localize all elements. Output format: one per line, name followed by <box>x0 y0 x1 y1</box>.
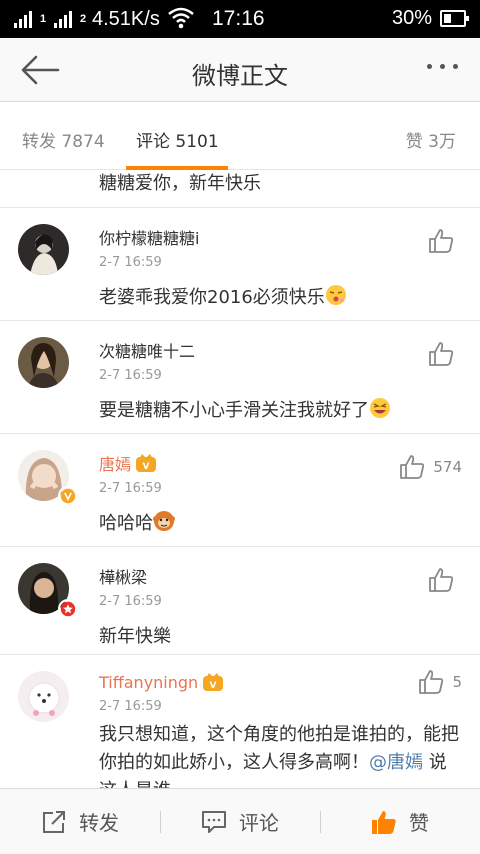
laughing-emoji-icon <box>370 398 390 418</box>
thumbs-up-icon <box>429 342 454 366</box>
clock: 17:16 <box>212 7 265 30</box>
like-label: 赞 <box>409 811 429 835</box>
list-item: Tiffanyningn V 2-7 16:59 我只想知道，这个角度的他拍是谁… <box>0 655 480 788</box>
comment-icon <box>202 810 226 833</box>
sim2-label: 2 <box>80 13 87 25</box>
member-badge-icon <box>58 599 78 619</box>
vip-crown-icon: V <box>136 454 157 472</box>
list-item: 糖糖爱你，新年快乐 <box>0 170 480 208</box>
comment-time: 2-7 16:59 <box>99 255 162 270</box>
like-button[interactable] <box>428 567 462 593</box>
avatar[interactable] <box>18 671 69 722</box>
verified-badge-icon <box>58 486 78 506</box>
monkey-emoji-icon <box>153 511 175 531</box>
network-speed: 4.51K/s <box>92 8 160 30</box>
comment-text: 新年快樂 <box>99 626 171 647</box>
like-count: 574 <box>433 458 462 476</box>
tab-bar: 转发 7874 评论 5101 赞 3万 <box>0 108 480 170</box>
thumbs-up-icon <box>400 455 425 479</box>
comment-author[interactable]: 樺楸梁 <box>99 564 147 588</box>
list-item: 唐嫣 V 2-7 16:59 哈哈哈 574 <box>0 434 480 547</box>
thumbs-up-icon <box>429 229 454 253</box>
avatar[interactable] <box>18 224 69 275</box>
comment-time: 2-7 16:59 <box>99 699 162 714</box>
comment-text: 糖糖爱你，新年快乐 <box>99 173 261 194</box>
comment-text: 哈哈哈 <box>99 510 450 538</box>
signal-strength-icon <box>54 10 72 28</box>
svg-text:V: V <box>210 681 217 691</box>
like-button[interactable] <box>428 341 462 367</box>
repost-button[interactable]: 转发 <box>0 789 160 854</box>
comment-author[interactable]: 你柠檬糖糖糖i <box>99 225 199 249</box>
battery-percent: 30% <box>392 7 433 29</box>
thumbs-up-icon <box>419 670 444 694</box>
nav-bar: 微博正文 <box>0 38 480 102</box>
page-title: 微博正文 <box>192 62 288 90</box>
comment-text: 要是糖糖不小心手滑关注我就好了 <box>99 397 450 425</box>
comment-list[interactable]: 糖糖爱你，新年快乐 你柠檬糖糖糖i 2-7 16:59 老婆乖我爱你2016必须… <box>0 170 480 788</box>
list-item: 次糖糖唯十二 2-7 16:59 要是糖糖不小心手滑关注我就好了 <box>0 321 480 434</box>
list-item: 樺楸梁 2-7 16:59 新年快樂 <box>0 547 480 655</box>
comment-button[interactable]: 评论 <box>160 789 320 854</box>
mention-link[interactable]: @唐嫣 <box>369 752 423 773</box>
status-bar: 1 2 4.51K/s 17:16 30% <box>0 0 480 38</box>
kiss-emoji-icon <box>325 285 346 305</box>
share-icon <box>43 810 65 833</box>
like-button[interactable]: 5 <box>418 669 462 695</box>
like-button[interactable]: 574 <box>399 454 462 480</box>
like-button[interactable] <box>428 228 462 254</box>
comment-text: 我只想知道，这个角度的他拍是谁拍的，能把你拍的如此娇小，这人得多高啊！@唐嫣 说… <box>99 724 459 788</box>
battery-icon <box>440 10 469 27</box>
sim1-label: 1 <box>40 13 47 25</box>
comment-time: 2-7 16:59 <box>99 368 162 383</box>
comment-time: 2-7 16:59 <box>99 594 162 609</box>
comment-author[interactable]: 次糖糖唯十二 <box>99 338 195 362</box>
svg-text:V: V <box>143 462 150 472</box>
tab-like[interactable]: 赞 3万 <box>406 127 456 152</box>
comment-author[interactable]: Tiffanyningn V <box>99 672 224 692</box>
vip-crown-icon: V <box>203 673 224 691</box>
comment-label: 评论 <box>239 811 279 835</box>
tab-repost[interactable]: 转发 7874 <box>22 127 105 152</box>
signal-strength-icon <box>14 10 32 28</box>
comment-text: 老婆乖我爱你2016必须快乐 <box>99 284 450 312</box>
comment-author[interactable]: 唐嫣 V <box>99 451 157 475</box>
comment-time: 2-7 16:59 <box>99 481 162 496</box>
repost-label: 转发 <box>79 811 119 835</box>
like-count: 5 <box>452 673 462 691</box>
wifi-icon <box>168 7 194 29</box>
thumbs-up-filled-icon <box>372 810 396 834</box>
list-item: 你柠檬糖糖糖i 2-7 16:59 老婆乖我爱你2016必须快乐 <box>0 208 480 321</box>
more-dots-icon[interactable] <box>427 64 458 69</box>
bottom-toolbar: 转发 评论 赞 <box>0 788 480 854</box>
like-post-button[interactable]: 赞 <box>320 789 480 854</box>
tab-comment[interactable]: 评论 5101 <box>136 127 219 152</box>
thumbs-up-icon <box>429 568 454 592</box>
avatar[interactable] <box>18 337 69 388</box>
